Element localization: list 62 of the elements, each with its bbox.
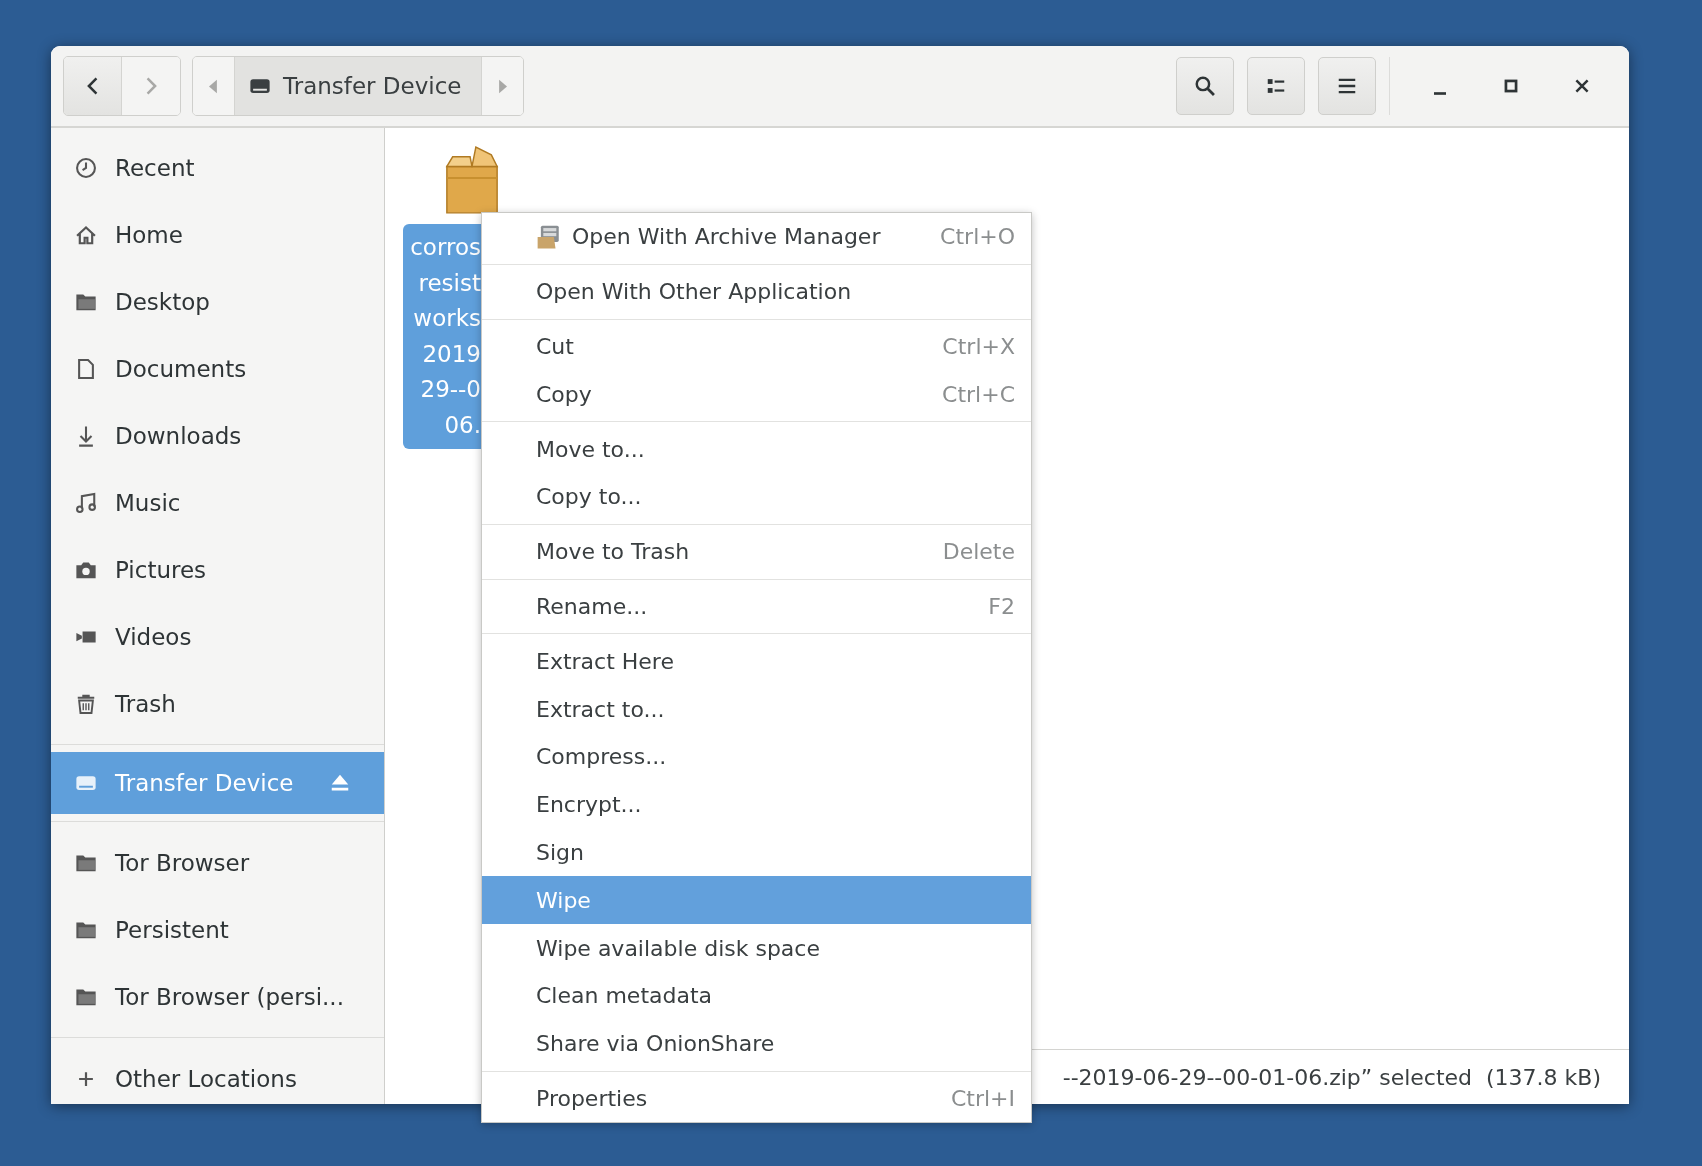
shortcut-label: Ctrl+I	[950, 1085, 1015, 1111]
sidebar-item-label: Trash	[115, 690, 176, 717]
archive-icon	[536, 223, 562, 250]
sidebar-item[interactable]: Videos	[51, 603, 384, 670]
menu-item[interactable]: Compress...	[482, 732, 1031, 781]
sidebar-item[interactable]: Desktop	[51, 268, 384, 335]
shortcut-label: Ctrl+C	[942, 381, 1015, 407]
sidebar-item-label: Videos	[115, 623, 192, 650]
triangle-right-icon	[498, 78, 508, 94]
sidebar-item-label: Persistent	[115, 916, 229, 943]
document-icon	[75, 357, 97, 380]
sidebar-item[interactable]: Tor Browser (persi...	[51, 963, 384, 1030]
menu-item[interactable]: Clean metadata	[482, 971, 1031, 1020]
shortcut-label: Ctrl+O	[940, 224, 1015, 250]
sidebar-item[interactable]: Trash	[51, 670, 384, 737]
shortcut-label: F2	[988, 593, 1015, 619]
status-text: --2019-06-29--00-01-06.zip” selected (137.8 kB)	[1030, 1049, 1629, 1104]
menu-item[interactable]: Properties Ctrl+I	[482, 1074, 1031, 1123]
music-icon	[75, 491, 97, 514]
minimize-icon	[1433, 91, 1446, 95]
house-icon	[75, 223, 97, 246]
path-crumb[interactable]: Transfer Device	[234, 57, 483, 115]
sidebar-item[interactable]: Other Locations	[51, 1045, 384, 1104]
sidebar-item-label: Documents	[115, 355, 247, 382]
sidebar-item-label: Recent	[115, 154, 195, 181]
clock-icon	[75, 156, 97, 179]
shortcut-label: Delete	[942, 539, 1015, 565]
sidebar-item[interactable]: Persistent	[51, 896, 384, 963]
menu-item[interactable]: Share via OnionShare	[482, 1019, 1031, 1068]
view-list-button[interactable]	[1247, 57, 1305, 115]
menu-item[interactable]: Encrypt...	[482, 780, 1031, 829]
sidebar-item[interactable]: Music	[51, 469, 384, 536]
menu-item[interactable]: Extract Here	[482, 637, 1031, 686]
shortcut-label: Ctrl+X	[942, 334, 1015, 359]
menu-item[interactable]: Copy to...	[482, 473, 1031, 521]
menu-item[interactable]: Wipe available disk space	[482, 924, 1031, 972]
menu-item[interactable]: Move to Trash Delete	[482, 527, 1031, 576]
package-icon	[443, 145, 501, 215]
sidebar-item-label: Tor Browser (persi...	[115, 983, 344, 1010]
trash-icon	[75, 692, 97, 715]
triangle-left-icon	[209, 78, 218, 94]
menu-item[interactable]: Rename... F2	[482, 582, 1031, 631]
search-icon	[1194, 75, 1216, 97]
search-button[interactable]	[1176, 57, 1234, 115]
sidebar-item-label: Home	[115, 221, 183, 248]
sidebar-item[interactable]: Recent	[51, 134, 384, 201]
menu-button[interactable]	[1318, 57, 1376, 115]
sidebar-item-label: Music	[115, 489, 181, 516]
sidebar-item-label: Other Locations	[115, 1065, 297, 1092]
back-button[interactable]	[64, 57, 122, 115]
sidebar-item-label: Pictures	[115, 556, 207, 583]
sidebar-item[interactable]: Pictures	[51, 536, 384, 603]
sidebar-item-label: Tor Browser	[115, 849, 250, 876]
sidebar-item[interactable]: Downloads	[51, 402, 384, 469]
menu-item[interactable]: Extract to...	[482, 685, 1031, 733]
sidebar-item[interactable]: Tor Browser	[51, 829, 384, 896]
menu-item[interactable]: Sign	[482, 828, 1031, 877]
sidebar-item-label: Transfer Device	[115, 770, 294, 796]
sidebar-item[interactable]: Home	[51, 201, 384, 268]
sidebar-item-label: Desktop	[115, 288, 210, 315]
sidebar-item[interactable]: Documents	[51, 335, 384, 402]
sidebar-item-label: Downloads	[115, 422, 242, 449]
